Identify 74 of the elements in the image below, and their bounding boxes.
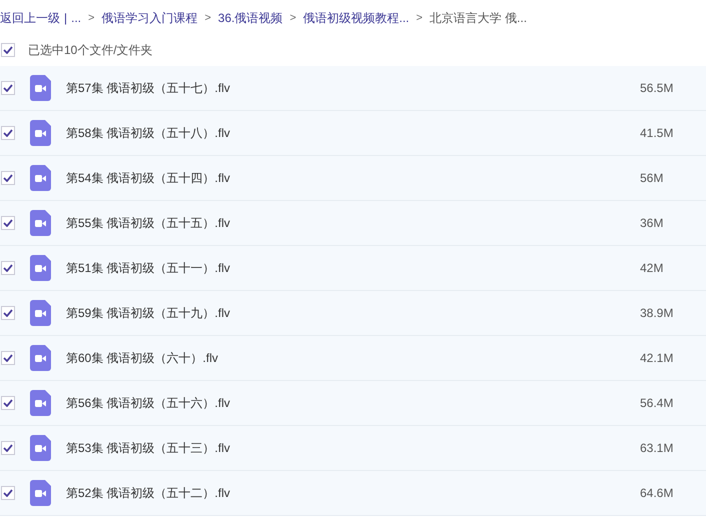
- checkmark-icon: [3, 309, 13, 317]
- checkmark-icon: [3, 354, 13, 362]
- video-file-icon: [30, 300, 51, 326]
- back-link[interactable]: 返回上一级: [0, 9, 60, 27]
- video-file-icon: [30, 435, 51, 461]
- file-size: 63.1M: [640, 440, 674, 457]
- file-name: 第59集 俄语初级（五十九）.flv: [66, 305, 230, 322]
- file-name: 第56集 俄语初级（五十六）.flv: [66, 395, 230, 412]
- file-row[interactable]: 第51集 俄语初级（五十一）.flv 42M: [0, 246, 706, 291]
- video-file-icon: [30, 345, 51, 371]
- file-name: 第57集 俄语初级（五十七）.flv: [66, 80, 230, 97]
- file-row[interactable]: 第52集 俄语初级（五十二）.flv 64.6M: [0, 471, 706, 516]
- checkbox[interactable]: [1, 126, 15, 140]
- video-file-icon: [30, 165, 51, 191]
- checkbox[interactable]: [1, 396, 15, 410]
- file-name: 第52集 俄语初级（五十二）.flv: [66, 485, 230, 502]
- checkbox[interactable]: [1, 171, 15, 185]
- checkmark-icon: [3, 399, 13, 407]
- checkbox[interactable]: [1, 216, 15, 230]
- breadcrumb-link[interactable]: 36.俄语视频: [218, 9, 283, 27]
- file-size: 64.6M: [640, 485, 674, 502]
- file-name: 第51集 俄语初级（五十一）.flv: [66, 260, 230, 277]
- video-file-icon: [30, 480, 51, 506]
- checkmark-icon: [3, 129, 13, 137]
- file-row[interactable]: 第56集 俄语初级（五十六）.flv 56.4M: [0, 381, 706, 426]
- file-name: 第53集 俄语初级（五十三）.flv: [66, 440, 230, 457]
- file-row[interactable]: 第53集 俄语初级（五十三）.flv 63.1M: [0, 426, 706, 471]
- video-file-icon: [30, 210, 51, 236]
- video-file-icon: [30, 255, 51, 281]
- breadcrumb-separator: >: [88, 10, 95, 26]
- breadcrumb-divider: |: [64, 10, 68, 27]
- checkmark-icon: [3, 489, 13, 497]
- file-row[interactable]: 第60集 俄语初级（六十）.flv 42.1M: [0, 336, 706, 381]
- file-size: 36M: [640, 215, 664, 232]
- file-size: 38.9M: [640, 305, 674, 322]
- breadcrumb-separator: >: [290, 10, 296, 26]
- file-name: 第58集 俄语初级（五十八）.flv: [66, 125, 230, 142]
- checkmark-icon: [3, 174, 13, 182]
- breadcrumb-ellipsis[interactable]: ...: [71, 9, 82, 27]
- breadcrumb-separator: >: [416, 10, 423, 26]
- file-name: 第55集 俄语初级（五十五）.flv: [66, 215, 230, 232]
- checkmark-icon: [3, 444, 13, 452]
- current-folder-label: 北京语言大学 俄...: [430, 10, 527, 27]
- video-file-icon: [30, 75, 51, 101]
- file-name: 第54集 俄语初级（五十四）.flv: [66, 170, 230, 187]
- checkbox[interactable]: [1, 486, 15, 500]
- selection-count: 已选中10个文件/文件夹: [28, 42, 153, 59]
- checkbox[interactable]: [1, 441, 15, 455]
- file-size: 41.5M: [640, 125, 674, 142]
- file-size: 42.1M: [640, 350, 674, 367]
- checkmark-icon: [3, 46, 13, 54]
- file-size: 56.5M: [640, 80, 674, 97]
- file-size: 56M: [640, 170, 664, 187]
- checkbox[interactable]: [1, 81, 15, 95]
- breadcrumb-link[interactable]: 俄语学习入门课程: [102, 9, 198, 27]
- checkmark-icon: [3, 264, 13, 272]
- checkmark-icon: [3, 219, 13, 227]
- video-file-icon: [30, 120, 51, 146]
- file-size: 42M: [640, 260, 664, 277]
- checkbox[interactable]: [1, 43, 15, 57]
- video-file-icon: [30, 390, 51, 416]
- checkbox[interactable]: [1, 306, 15, 320]
- checkbox[interactable]: [1, 261, 15, 275]
- file-row[interactable]: 第57集 俄语初级（五十七）.flv 56.5M: [0, 66, 706, 111]
- checkbox[interactable]: [1, 351, 15, 365]
- file-row[interactable]: 第59集 俄语初级（五十九）.flv 38.9M: [0, 291, 706, 336]
- checkmark-icon: [3, 84, 13, 92]
- file-row[interactable]: 第54集 俄语初级（五十四）.flv 56M: [0, 156, 706, 201]
- breadcrumb-link[interactable]: 俄语初级视频教程...: [303, 9, 410, 27]
- file-row[interactable]: 第58集 俄语初级（五十八）.flv 41.5M: [0, 111, 706, 156]
- file-row[interactable]: 第55集 俄语初级（五十五）.flv 36M: [0, 201, 706, 246]
- file-name: 第60集 俄语初级（六十）.flv: [66, 350, 218, 367]
- file-size: 56.4M: [640, 395, 674, 412]
- breadcrumb-separator: >: [204, 10, 212, 26]
